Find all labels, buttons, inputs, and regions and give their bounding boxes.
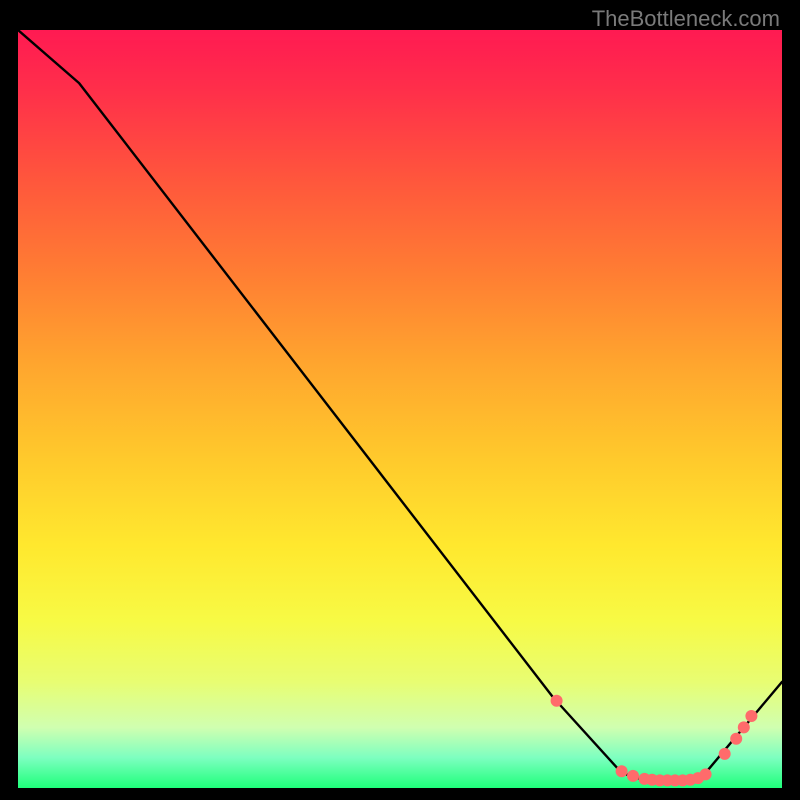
marker-dot	[616, 765, 628, 777]
marker-dot	[745, 710, 757, 722]
marker-dot	[738, 721, 750, 733]
marker-dot	[551, 695, 563, 707]
marker-dot	[719, 748, 731, 760]
curve-line	[18, 30, 782, 780]
attribution-label: TheBottleneck.com	[592, 6, 780, 32]
marker-dot	[700, 768, 712, 780]
marker-dot	[730, 733, 742, 745]
plot-area	[18, 30, 782, 788]
chart-overlay	[18, 30, 782, 788]
marker-dot	[627, 770, 639, 782]
marker-dots	[551, 695, 758, 787]
